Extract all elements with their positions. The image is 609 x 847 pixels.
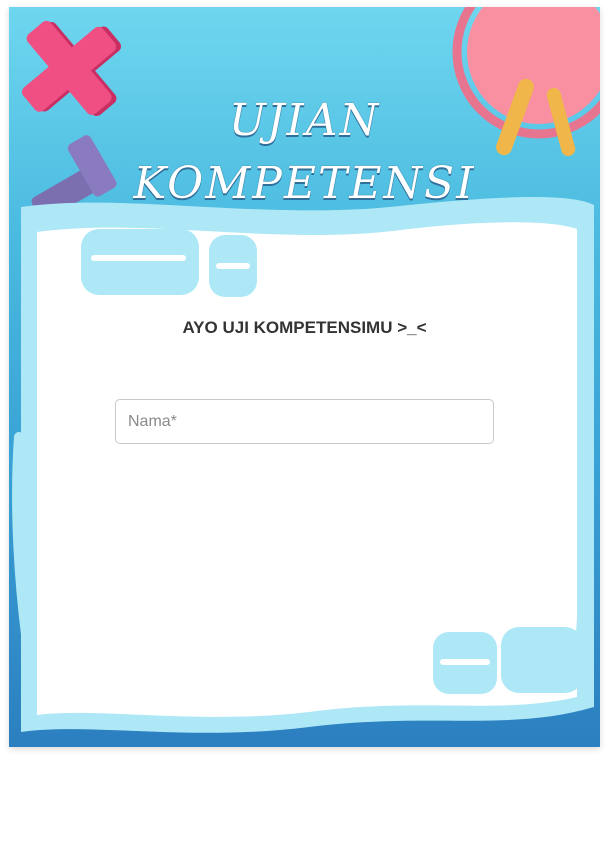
- name-input[interactable]: [115, 399, 494, 444]
- page-title-line1: UJIAN: [228, 95, 381, 146]
- page-subtitle: AYO UJI KOMPETENSIMU >_<: [182, 318, 427, 337]
- paper-roll: [81, 229, 199, 295]
- exam-card: UJIAN KOMPETENSI: [9, 7, 600, 747]
- paper-roll: [501, 627, 583, 693]
- page-title-line2: KOMPETENSI: [133, 158, 476, 209]
